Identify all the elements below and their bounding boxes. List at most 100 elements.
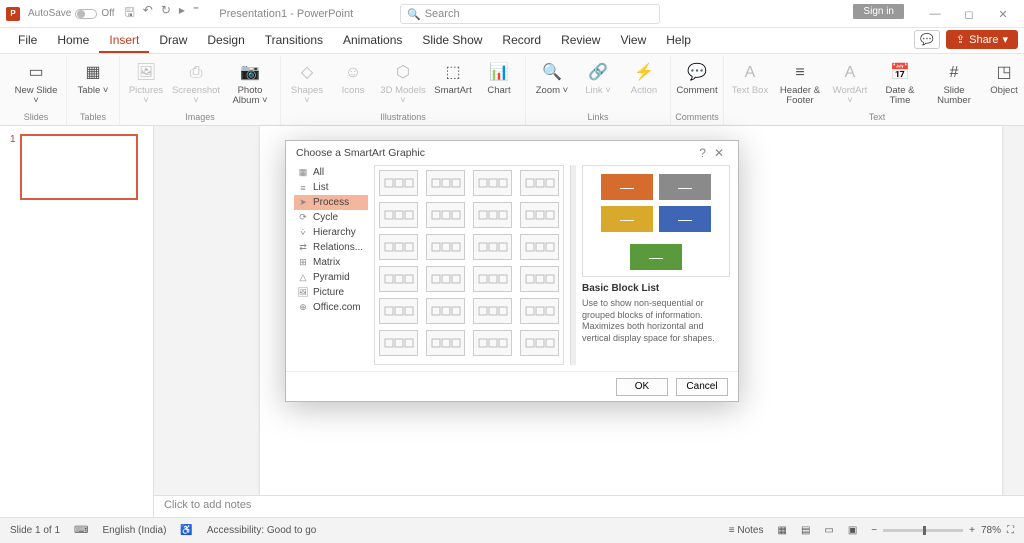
tab-animations[interactable]: Animations	[333, 29, 412, 53]
search-box[interactable]: 🔍 Search	[400, 4, 660, 24]
notes-bar[interactable]: Click to add notes	[154, 495, 1024, 517]
smartart-option[interactable]	[473, 330, 512, 356]
qat-more-icon[interactable]: ⁼	[193, 3, 199, 24]
tab-slide-show[interactable]: Slide Show	[412, 29, 492, 53]
dialog-close-icon[interactable]: ✕	[710, 146, 728, 160]
smartart-option[interactable]	[379, 298, 418, 324]
smartart-option[interactable]	[426, 266, 465, 292]
tab-help[interactable]: Help	[656, 29, 701, 53]
smartart-option[interactable]	[473, 298, 512, 324]
autosave-toggle[interactable]: AutoSave Off	[28, 8, 115, 19]
category-all[interactable]: ▦All	[294, 165, 368, 180]
ribbon-object[interactable]: ◳Object	[982, 60, 1024, 98]
smartart-option[interactable]	[426, 330, 465, 356]
undo-icon[interactable]: ↶	[143, 3, 153, 24]
ribbon-chart[interactable]: 📊Chart	[477, 60, 521, 98]
ribbon-text-box[interactable]: AText Box	[728, 60, 772, 98]
slide-thumbnail[interactable]	[20, 134, 138, 200]
view-slideshow-icon[interactable]: ▣	[848, 525, 857, 536]
dialog-help-icon[interactable]: ?	[695, 146, 710, 160]
smartart-option[interactable]	[426, 202, 465, 228]
start-icon[interactable]: ▸	[179, 3, 185, 24]
category-officecom[interactable]: ⊕Office.com	[294, 300, 368, 315]
smartart-option[interactable]	[520, 202, 559, 228]
notes-toggle[interactable]: ≡ Notes	[729, 525, 764, 536]
language-label[interactable]: English (India)	[102, 525, 166, 536]
category-list[interactable]: ≡List	[294, 180, 368, 195]
tab-file[interactable]: File	[8, 29, 47, 53]
ribbon-slide-number[interactable]: #Slide Number	[928, 60, 980, 109]
smartart-option[interactable]	[473, 234, 512, 260]
smartart-option[interactable]	[473, 202, 512, 228]
share-button[interactable]: ⇪ Share ▾	[946, 30, 1018, 49]
smartart-option[interactable]	[520, 266, 559, 292]
tab-draw[interactable]: Draw	[149, 29, 197, 53]
ribbon-date-time[interactable]: 📅Date & Time	[874, 60, 926, 109]
smartart-option[interactable]	[426, 234, 465, 260]
ribbon-link[interactable]: 🔗Link ˅	[576, 60, 620, 98]
cancel-button[interactable]: Cancel	[676, 378, 728, 396]
smartart-option[interactable]	[379, 234, 418, 260]
close-icon[interactable]: ✕	[986, 0, 1020, 28]
zoom-in-icon[interactable]: +	[969, 525, 975, 536]
smartart-option[interactable]	[520, 170, 559, 196]
category-pyramid[interactable]: △Pyramid	[294, 270, 368, 285]
ribbon-3d-models[interactable]: ⬡3D Models ˅	[377, 60, 429, 109]
ribbon-screenshot[interactable]: ⎙Screenshot ˅	[170, 60, 222, 109]
view-normal-icon[interactable]: ▦	[777, 525, 786, 536]
tab-transitions[interactable]: Transitions	[255, 29, 333, 53]
smartart-option[interactable]	[379, 170, 418, 196]
ribbon-smartart[interactable]: ⬚SmartArt	[431, 60, 475, 98]
comments-icon[interactable]: 💬	[914, 30, 940, 49]
view-reading-icon[interactable]: ▭	[824, 525, 833, 536]
ribbon-shapes[interactable]: ◇Shapes ˅	[285, 60, 329, 109]
category-matrix[interactable]: ⊞Matrix	[294, 255, 368, 270]
accessibility-icon[interactable]: ♿	[180, 525, 192, 536]
smartart-option[interactable]	[426, 298, 465, 324]
tab-record[interactable]: Record	[492, 29, 551, 53]
save-icon[interactable]: 🖫	[125, 3, 135, 24]
ribbon-action[interactable]: ⚡Action	[622, 60, 666, 98]
lang-icon[interactable]: ⌨	[74, 525, 88, 536]
category-relations[interactable]: ⇄Relations...	[294, 240, 368, 255]
ribbon-wordart[interactable]: AWordArt ˅	[828, 60, 872, 109]
ok-button[interactable]: OK	[616, 378, 668, 396]
ribbon-header-footer[interactable]: ≡Header & Footer	[774, 60, 826, 109]
category-hierarchy[interactable]: ⩒Hierarchy	[294, 225, 368, 240]
accessibility-label[interactable]: Accessibility: Good to go	[207, 525, 317, 536]
zoom-out-icon[interactable]: −	[871, 525, 877, 536]
ribbon-photo-album[interactable]: 📷Photo Album ˅	[224, 60, 276, 109]
redo-icon[interactable]: ↻	[161, 3, 171, 24]
category-process[interactable]: ➤Process	[294, 195, 368, 210]
ribbon-new-slide[interactable]: ▭New Slide ˅	[10, 60, 62, 109]
smartart-option[interactable]	[520, 234, 559, 260]
fit-icon[interactable]: ⛶	[1007, 525, 1014, 536]
zoom-slider[interactable]	[883, 529, 963, 532]
category-picture[interactable]: 🖼Picture	[294, 285, 368, 300]
category-cycle[interactable]: ⟳Cycle	[294, 210, 368, 225]
tab-home[interactable]: Home	[47, 29, 99, 53]
smartart-option[interactable]	[473, 170, 512, 196]
signin-button[interactable]: Sign in	[853, 4, 904, 19]
zoom-value[interactable]: 78%	[981, 525, 1001, 536]
smartart-option[interactable]	[379, 330, 418, 356]
ribbon-comment[interactable]: 💬Comment	[675, 60, 719, 98]
ribbon-zoom[interactable]: 🔍Zoom ˅	[530, 60, 574, 98]
smartart-option[interactable]	[379, 266, 418, 292]
maximize-icon[interactable]: ◻	[952, 0, 986, 28]
ribbon-pictures[interactable]: 🖼Pictures ˅	[124, 60, 168, 109]
grid-scrollbar[interactable]	[570, 165, 576, 365]
ribbon-table[interactable]: ▦Table ˅	[71, 60, 115, 98]
ribbon-icons[interactable]: ☺Icons	[331, 60, 375, 98]
view-sorter-icon[interactable]: ▤	[801, 525, 810, 536]
minimize-icon[interactable]: —	[918, 0, 952, 28]
smartart-option[interactable]	[379, 202, 418, 228]
smartart-option[interactable]	[520, 298, 559, 324]
smartart-option[interactable]	[520, 330, 559, 356]
tab-view[interactable]: View	[610, 29, 656, 53]
tab-review[interactable]: Review	[551, 29, 610, 53]
smartart-option[interactable]	[473, 266, 512, 292]
tab-design[interactable]: Design	[197, 29, 254, 53]
smartart-option[interactable]	[426, 170, 465, 196]
tab-insert[interactable]: Insert	[99, 29, 149, 53]
